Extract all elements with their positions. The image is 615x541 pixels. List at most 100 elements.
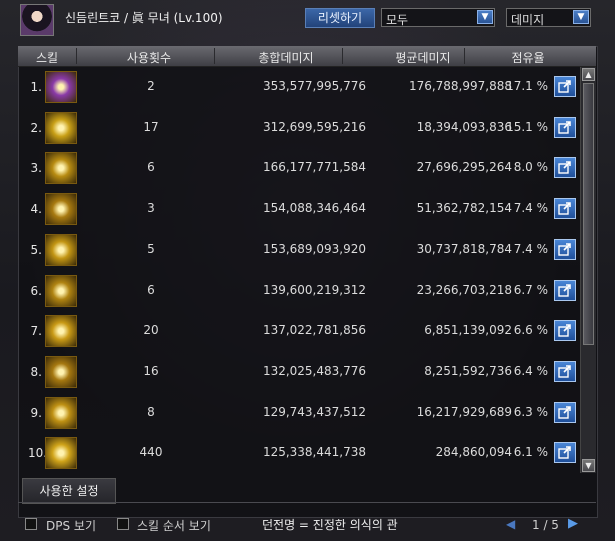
row-share: 7.4 % — [513, 201, 548, 215]
table-row: 4. 3 154,088,346,464 51,362,782,154 7.4 % — [18, 189, 580, 230]
table-row: 9. 8 129,743,437,512 16,217,929,689 6.3 % — [18, 393, 580, 434]
row-total-damage: 353,577,995,776 — [262, 79, 366, 93]
row-rank: 10. — [28, 446, 48, 460]
dps-view-checkbox[interactable] — [25, 518, 37, 530]
prev-page-icon[interactable]: ◀ — [506, 517, 515, 531]
tab-used-settings[interactable]: 사용한 설정 — [22, 478, 116, 504]
share-icon[interactable] — [554, 361, 576, 382]
column-header-share: 점유율 — [511, 51, 545, 65]
tab-divider — [18, 502, 596, 503]
share-icon[interactable] — [554, 442, 576, 463]
row-share: 6.1 % — [513, 445, 548, 459]
row-use-count: 6 — [147, 160, 155, 174]
row-average-damage: 18,394,093,836 — [416, 120, 512, 134]
column-header-count: 사용횟수 — [126, 51, 172, 65]
chevron-down-icon[interactable]: ▼ — [477, 10, 493, 24]
column-header-total-damage: 총합데미지 — [258, 51, 314, 65]
skill-order-label: 스킬 순서 보기 — [137, 519, 211, 533]
page-indicator: 1 / 5 — [532, 518, 559, 532]
row-use-count: 20 — [143, 323, 159, 337]
golden-claw-icon — [45, 234, 77, 266]
scroll-thumb[interactable] — [583, 83, 594, 345]
row-average-damage: 30,737,818,784 — [416, 242, 512, 256]
golden-dragon-icon — [45, 356, 77, 388]
scroll-up-icon[interactable]: ▲ — [582, 68, 595, 81]
golden-streak-icon — [45, 437, 77, 469]
row-share: 6.3 % — [513, 405, 548, 419]
share-icon[interactable] — [554, 280, 576, 301]
row-average-damage: 27,696,295,264 — [416, 160, 512, 174]
row-average-damage: 16,217,929,689 — [416, 405, 512, 419]
golden-sun-icon — [45, 112, 77, 144]
column-divider — [76, 48, 77, 64]
row-total-damage: 139,600,219,312 — [262, 283, 366, 297]
row-share: 6.4 % — [513, 364, 548, 378]
row-share: 6.6 % — [513, 323, 548, 337]
share-icon[interactable] — [554, 117, 576, 138]
chevron-down-icon[interactable]: ▼ — [573, 10, 589, 24]
table-row: 3. 6 166,177,771,584 27,696,295,264 8.0 % — [18, 148, 580, 189]
character-portrait — [20, 4, 54, 36]
column-header-skill: 스킬 — [35, 51, 59, 65]
row-average-damage: 23,266,703,218 — [416, 283, 512, 297]
share-icon[interactable] — [554, 402, 576, 423]
share-icon[interactable] — [554, 320, 576, 341]
table-header: 스킬 사용횟수 총합데미지 평균데미지 점유율 — [18, 46, 596, 67]
row-share: 6.7 % — [513, 283, 548, 297]
row-total-damage: 129,743,437,512 — [262, 405, 366, 419]
filter-dropdown-value: 모두 — [386, 13, 409, 27]
row-average-damage: 6,851,139,092 — [424, 323, 512, 337]
skill-order-checkbox[interactable] — [117, 518, 129, 530]
scroll-down-icon[interactable]: ▼ — [582, 459, 595, 472]
row-share: 15.1 % — [506, 120, 548, 134]
next-page-icon[interactable]: ▶ — [568, 516, 578, 531]
golden-vortex-icon — [45, 397, 77, 429]
row-average-damage: 8,251,592,736 — [424, 364, 512, 378]
row-total-damage: 312,699,595,216 — [262, 120, 366, 134]
filter-dropdown[interactable]: 모두 ▼ — [381, 8, 495, 27]
golden-chain-icon — [45, 152, 77, 184]
share-icon[interactable] — [554, 239, 576, 260]
column-header-average-damage: 평균데미지 — [395, 51, 451, 65]
row-rank: 6. — [30, 284, 42, 298]
column-divider — [342, 48, 343, 64]
row-use-count: 2 — [147, 79, 155, 93]
row-total-damage: 166,177,771,584 — [262, 160, 366, 174]
row-total-damage: 125,338,441,738 — [262, 445, 366, 459]
row-average-damage: 51,362,782,154 — [416, 201, 512, 215]
table-row: 5. 5 153,689,093,920 30,737,818,784 7.4 % — [18, 230, 580, 271]
row-total-damage: 154,088,346,464 — [262, 201, 366, 215]
column-divider — [464, 48, 465, 64]
share-icon[interactable] — [554, 76, 576, 97]
row-use-count: 17 — [143, 120, 159, 134]
row-share: 17.1 % — [506, 79, 548, 93]
table-row: 7. 20 137,022,781,856 6,851,139,092 6.6 % — [18, 311, 580, 352]
row-rank: 2. — [30, 121, 42, 135]
dungeon-name: 던전명 = 진정한 의식의 관 — [262, 518, 398, 532]
row-average-damage: 284,860,094 — [435, 445, 512, 459]
table-row: 8. 16 132,025,483,776 8,251,592,736 6.4 % — [18, 352, 580, 393]
row-total-damage: 153,689,093,920 — [262, 242, 366, 256]
row-rank: 7. — [30, 324, 42, 338]
row-use-count: 440 — [139, 445, 163, 459]
golden-arrows-icon — [45, 275, 77, 307]
metric-dropdown[interactable]: 데미지 ▼ — [506, 8, 591, 27]
row-use-count: 16 — [143, 364, 159, 378]
table-row: 10. 440 125,338,441,738 284,860,094 6.1 % — [18, 433, 580, 474]
character-name: 신듬린트코 / 眞 무녀 (Lv.100) — [65, 11, 223, 25]
row-total-damage: 132,025,483,776 — [262, 364, 366, 378]
share-icon[interactable] — [554, 198, 576, 219]
row-use-count: 6 — [147, 283, 155, 297]
scrollbar[interactable]: ▲ ▼ — [580, 67, 596, 473]
metric-dropdown-value: 데미지 — [511, 13, 545, 27]
row-use-count: 5 — [147, 242, 155, 256]
row-use-count: 3 — [147, 201, 155, 215]
golden-shield-icon — [45, 193, 77, 225]
share-icon[interactable] — [554, 157, 576, 178]
row-use-count: 8 — [147, 405, 155, 419]
table-row: 1. 2 353,577,995,776 176,788,997,888 17.1 % — [18, 67, 580, 108]
reset-button[interactable]: 리셋하기 — [305, 8, 375, 28]
column-divider — [214, 48, 215, 64]
row-total-damage: 137,022,781,856 — [262, 323, 366, 337]
purple-burst-icon — [45, 71, 77, 103]
